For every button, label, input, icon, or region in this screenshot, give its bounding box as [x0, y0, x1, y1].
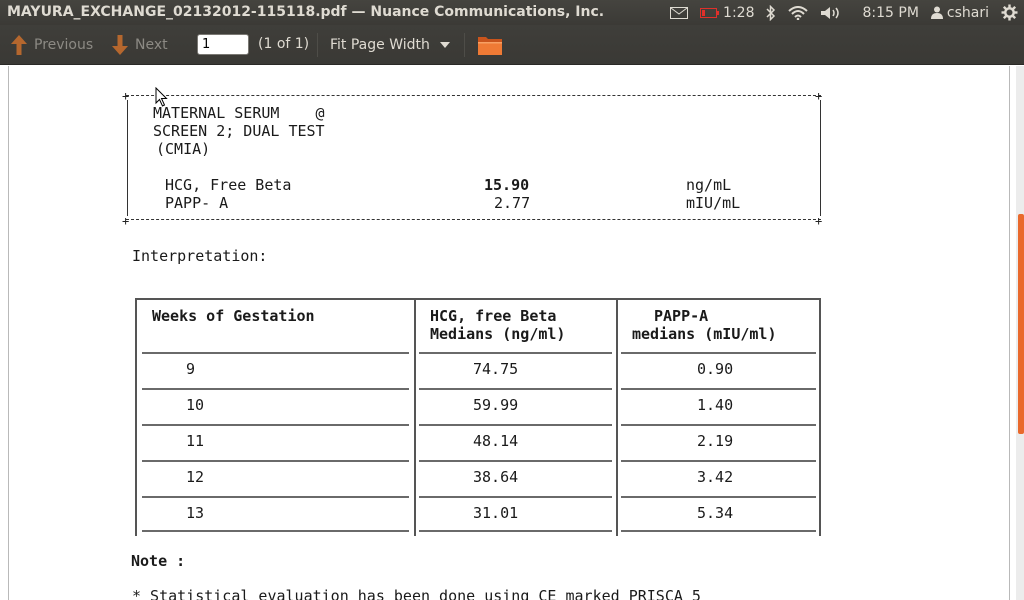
row-line [621, 460, 816, 462]
row-line [621, 424, 816, 426]
cell-papp: 0.90 [697, 360, 734, 378]
cell-week: 12 [186, 468, 205, 486]
corner-plus: + [122, 214, 130, 228]
row-line [419, 530, 612, 532]
header-papp-line2: medians (mIU/ml) [632, 325, 777, 343]
document-viewport[interactable]: + + + + MATERNAL SERUM @ SCREEN 2; DUAL … [0, 66, 1024, 600]
row-line [419, 460, 612, 462]
arrow-up-icon [11, 35, 27, 55]
user-name: cshari [946, 4, 989, 21]
user-menu[interactable]: cshari [930, 0, 989, 25]
previous-button[interactable]: Previous [10, 25, 93, 65]
test-title-line1: MATERNAL SERUM @ [153, 104, 325, 122]
row-line [142, 530, 409, 532]
note-label: Note : [131, 552, 186, 570]
column-separator [616, 300, 618, 536]
row-line [142, 424, 409, 426]
mail-icon[interactable] [670, 0, 689, 25]
arrow-down-icon [112, 35, 128, 55]
result-box-right-border [820, 100, 821, 216]
header-hcg: HCG, free Beta [430, 307, 557, 325]
header-hcg-line2: Medians (ng/ml) [430, 325, 566, 343]
top-panel: MAYURA_EXCHANGE_02132012-115118.pdf — Nu… [0, 0, 1024, 25]
next-button[interactable]: Next [111, 25, 168, 65]
mouse-cursor-icon [155, 86, 169, 111]
cell-week: 13 [186, 504, 205, 522]
medians-table: Weeks of Gestation HCG, free Beta Median… [135, 298, 821, 536]
cell-week: 10 [186, 396, 205, 414]
toolbar-separator [464, 33, 465, 57]
cell-papp: 2.19 [697, 432, 734, 450]
row-line [621, 530, 816, 532]
row-line [621, 388, 816, 390]
zoom-dropdown[interactable]: Fit Page Width [330, 25, 450, 65]
row-line [142, 388, 409, 390]
result-name: HCG, Free Beta [165, 176, 292, 194]
clock[interactable]: 8:15 PM [862, 0, 918, 25]
bluetooth-icon[interactable] [766, 0, 776, 25]
row-line [419, 496, 612, 498]
chevron-down-icon [439, 42, 450, 48]
battery-time: 1:28 [723, 4, 755, 21]
row-line [419, 352, 612, 354]
header-weeks: Weeks of Gestation [152, 307, 315, 325]
page-border-left [8, 66, 9, 600]
volume-icon[interactable] [820, 0, 842, 25]
result-unit: mIU/mL [686, 194, 741, 212]
row-line [621, 352, 816, 354]
interpretation-label: Interpretation: [132, 247, 268, 265]
test-title-line3: (CMIA) [156, 140, 211, 158]
row-line [419, 424, 612, 426]
cell-hcg: 74.75 [473, 360, 519, 378]
battery-icon [700, 7, 720, 18]
cell-hcg: 38.64 [473, 468, 519, 486]
cell-hcg: 31.01 [473, 504, 519, 522]
row-line [419, 388, 612, 390]
user-icon [930, 6, 943, 19]
page-border-right [1009, 66, 1010, 600]
cell-papp: 1.40 [697, 396, 734, 414]
window-title: MAYURA_EXCHANGE_02132012-115118.pdf — Nu… [7, 4, 605, 20]
note-text: * Statistical evaluation has been done u… [132, 587, 701, 600]
result-unit: ng/mL [686, 176, 732, 194]
toolbar-separator [317, 33, 318, 57]
next-label: Next [135, 37, 168, 53]
gear-icon[interactable] [1001, 0, 1018, 25]
cell-week: 11 [186, 432, 205, 450]
result-value: 2.77 [494, 194, 531, 212]
row-line [142, 496, 409, 498]
column-separator [414, 300, 416, 536]
wifi-icon[interactable] [788, 0, 809, 25]
corner-plus: + [815, 214, 823, 228]
corner-plus: + [815, 89, 823, 103]
folder-icon [478, 37, 502, 55]
open-folder-button[interactable] [477, 33, 503, 57]
viewer-toolbar: Previous Next (1 of 1) Fit Page Width [0, 25, 1024, 65]
test-title-line2: SCREEN 2; DUAL TEST [153, 122, 325, 140]
zoom-label: Fit Page Width [330, 37, 430, 53]
battery-indicator[interactable]: 1:28 [700, 0, 754, 25]
corner-plus: + [122, 89, 130, 103]
system-tray: 1:28 8:15 PM cshari [670, 0, 1024, 25]
scrollbar-thumb[interactable] [1018, 214, 1024, 434]
header-papp: PAPP-A [654, 307, 709, 325]
cell-hcg: 59.99 [473, 396, 519, 414]
row-line [142, 460, 409, 462]
row-line [142, 352, 409, 354]
cell-papp: 3.42 [697, 468, 734, 486]
result-value: 15.90 [484, 176, 530, 194]
cell-hcg: 48.14 [473, 432, 519, 450]
page-number-input[interactable] [197, 34, 249, 55]
page-count: (1 of 1) [258, 36, 310, 52]
previous-label: Previous [34, 37, 94, 53]
row-line [621, 496, 816, 498]
cell-week: 9 [186, 360, 196, 378]
result-name: PAPP- A [165, 194, 229, 212]
cell-papp: 5.34 [697, 504, 734, 522]
result-box-left-border [127, 100, 128, 216]
